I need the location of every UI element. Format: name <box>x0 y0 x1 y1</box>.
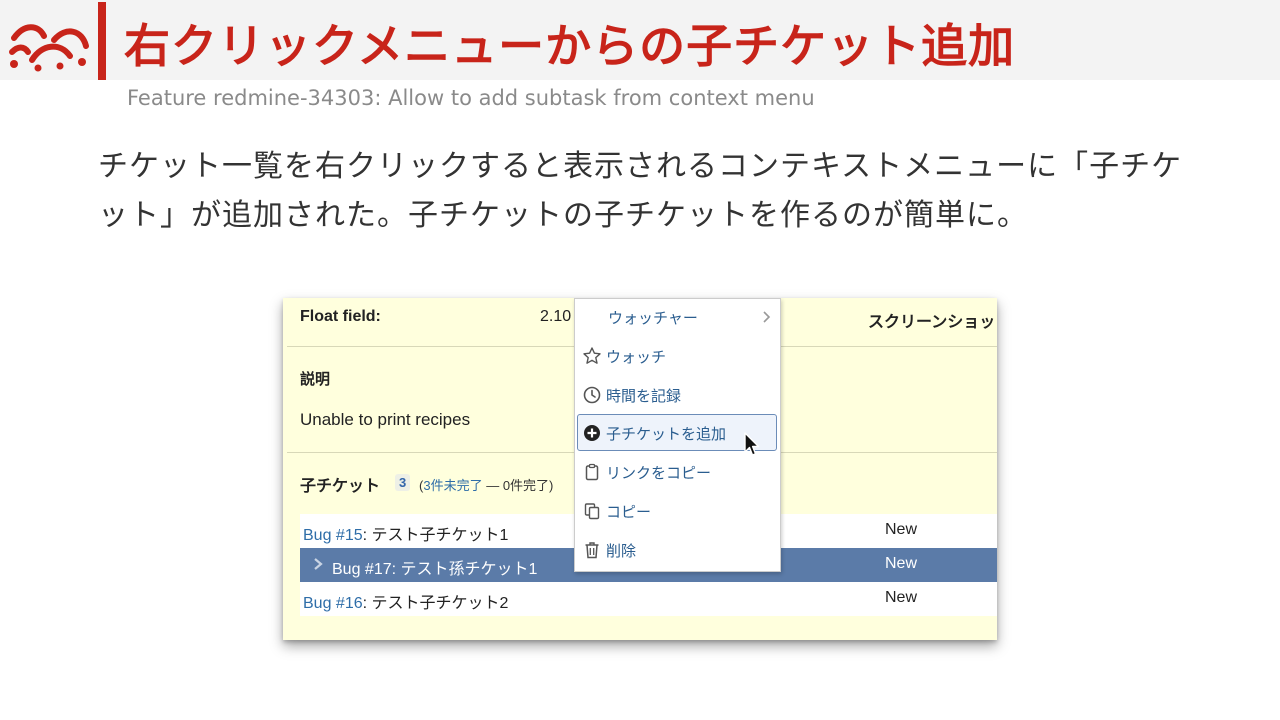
subtasks-summary-sep: — <box>482 478 503 493</box>
redmine-logo-icon <box>9 24 89 72</box>
menu-item-copy[interactable]: コピー <box>578 493 776 528</box>
subtask-subject: : テスト孫チケット1 <box>391 561 538 578</box>
subtask-subject: : テスト子チケット2 <box>362 595 509 612</box>
subtask-status: New <box>885 555 918 572</box>
description-label: 説明 <box>300 371 331 388</box>
description-text: Unable to print recipes <box>300 410 471 429</box>
menu-item-label: リンクをコピー <box>606 465 712 482</box>
menu-item-label: 削除 <box>606 543 637 560</box>
menu-item-copy-link[interactable]: リンクをコピー <box>578 454 776 489</box>
float-field-label: Float field: <box>300 308 381 325</box>
clock-icon <box>583 386 601 404</box>
subtasks-summary: (3件未完了 — 0件完了) <box>419 475 553 494</box>
slide-title: 右クリックメニューからの子チケット追加 <box>124 19 1016 73</box>
plus-circle-icon <box>584 425 600 441</box>
subtask-cell: Bug #15: テスト子チケット1 <box>303 521 508 545</box>
subtask-subject: : テスト子チケット1 <box>362 527 509 544</box>
chevron-right-icon[interactable] <box>312 557 324 571</box>
menu-item-watch[interactable]: ウォッチ <box>578 338 776 373</box>
slide-header: 右クリックメニューからの子チケット追加 <box>0 0 1280 80</box>
mouse-cursor-icon <box>744 432 760 456</box>
subtasks-count-badge: 3 <box>395 474 411 491</box>
subtask-status: New <box>885 521 918 538</box>
chevron-right-icon <box>763 311 771 323</box>
menu-item-label: ウォッチ <box>606 349 667 366</box>
screenshot-field-label: スクリーンショッ <box>868 314 996 331</box>
clipboard-icon <box>585 463 599 481</box>
subtask-cell: Bug #17: テスト孫チケット1 <box>332 555 537 579</box>
copy-icon <box>584 503 600 520</box>
subtask-id-link[interactable]: Bug #17 <box>332 561 392 578</box>
slide: 右クリックメニューからの子チケット追加 Feature redmine-3430… <box>0 0 1280 720</box>
trash-icon <box>585 542 599 559</box>
menu-item-watchers[interactable]: ウォッチャー <box>578 299 776 334</box>
menu-item-log-time[interactable]: 時間を記録 <box>578 377 776 412</box>
menu-item-delete[interactable]: 削除 <box>578 532 776 567</box>
subtasks-open-link[interactable]: 3件未完了 <box>423 478 482 493</box>
float-field-value: 2.10 <box>540 308 572 325</box>
issue-screenshot: Float field: 2.10 スクリーンショッ 説明 Unable to … <box>283 298 997 640</box>
table-row[interactable]: Bug #16: テスト子チケット2 New <box>300 582 997 616</box>
accent-bar <box>98 2 106 80</box>
subtask-status: New <box>885 589 918 606</box>
subtasks-label: 子チケット <box>300 478 381 495</box>
slide-subtitle: Feature redmine-34303: Allow to add subt… <box>127 86 815 110</box>
subtask-cell: Bug #16: テスト子チケット2 <box>303 589 508 613</box>
subtask-id-link[interactable]: Bug #16 <box>303 595 363 612</box>
menu-item-label: コピー <box>606 504 652 521</box>
menu-item-label: 子チケットを追加 <box>606 426 727 443</box>
body-text: チケット一覧を右クリックすると表示されるコンテキストメニューに「子チケット」が追… <box>98 149 1183 233</box>
menu-item-label: ウォッチャー <box>608 310 698 327</box>
star-icon <box>583 347 601 364</box>
subtasks-closed-text: 0件完了) <box>502 478 554 493</box>
subtask-id-link[interactable]: Bug #15 <box>303 527 363 544</box>
menu-item-label: 時間を記録 <box>606 388 682 405</box>
